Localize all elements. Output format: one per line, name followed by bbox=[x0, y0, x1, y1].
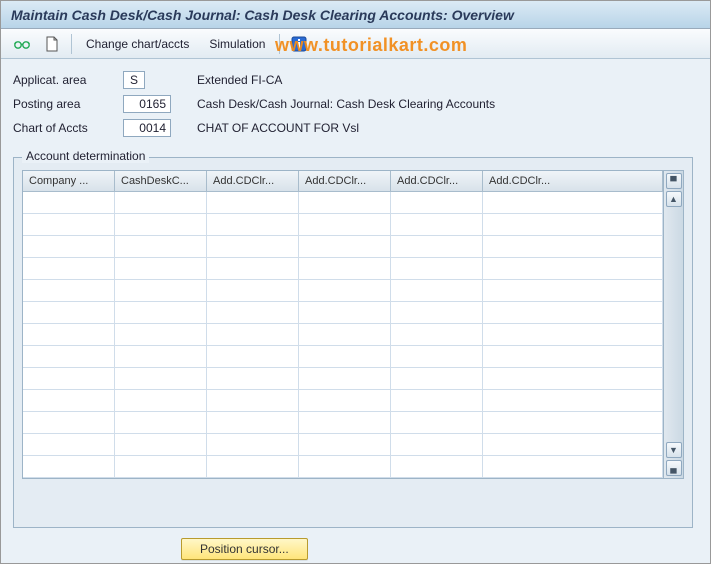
applicat-area-label: Applicat. area bbox=[13, 73, 123, 87]
grid-body bbox=[23, 192, 663, 478]
simulation-label: Simulation bbox=[209, 37, 265, 51]
col-company[interactable]: Company ... bbox=[23, 171, 115, 191]
app-toolbar: Change chart/accts Simulation bbox=[1, 29, 710, 59]
chart-of-accts-desc: CHAT OF ACCOUNT FOR Vsl bbox=[197, 121, 359, 135]
col-addcdclr-2[interactable]: Add.CDClr... bbox=[299, 171, 391, 191]
field-row-chart-of-accts: Chart of Accts CHAT OF ACCOUNT FOR Vsl bbox=[13, 117, 698, 139]
field-row-posting-area: Posting area Cash Desk/Cash Journal: Cas… bbox=[13, 93, 698, 115]
col-addcdclr-1[interactable]: Add.CDClr... bbox=[207, 171, 299, 191]
applicat-area-input[interactable] bbox=[123, 71, 145, 89]
posting-area-input[interactable] bbox=[123, 95, 171, 113]
posting-area-desc: Cash Desk/Cash Journal: Cash Desk Cleari… bbox=[197, 97, 495, 111]
chart-of-accts-input[interactable] bbox=[123, 119, 171, 137]
grid-vscrollbar[interactable]: ▀ ▲ ▼ ▄ bbox=[664, 170, 684, 479]
table-row[interactable] bbox=[23, 236, 663, 258]
col-addcdclr-3[interactable]: Add.CDClr... bbox=[391, 171, 483, 191]
table-row[interactable] bbox=[23, 280, 663, 302]
toolbar-separator bbox=[279, 34, 280, 54]
posting-area-label: Posting area bbox=[13, 97, 123, 111]
field-row-applicat-area: Applicat. area Extended FI-CA bbox=[13, 69, 698, 91]
position-cursor-button[interactable]: Position cursor... bbox=[181, 538, 308, 560]
table-row[interactable] bbox=[23, 390, 663, 412]
table-row[interactable] bbox=[23, 346, 663, 368]
change-chart-accts-button[interactable]: Change chart/accts bbox=[80, 33, 195, 55]
table-row[interactable] bbox=[23, 434, 663, 456]
window-title: Maintain Cash Desk/Cash Journal: Cash De… bbox=[11, 7, 514, 23]
table-row[interactable] bbox=[23, 324, 663, 346]
table-row[interactable] bbox=[23, 214, 663, 236]
toolbar-separator bbox=[71, 34, 72, 54]
applicat-area-desc: Extended FI-CA bbox=[197, 73, 282, 87]
col-addcdclr-4[interactable]: Add.CDClr... bbox=[483, 171, 663, 191]
info-icon[interactable] bbox=[288, 33, 310, 55]
table-row[interactable] bbox=[23, 412, 663, 434]
sap-window: Maintain Cash Desk/Cash Journal: Cash De… bbox=[0, 0, 711, 564]
table-row[interactable] bbox=[23, 192, 663, 214]
simulation-button[interactable]: Simulation bbox=[203, 33, 271, 55]
new-page-icon[interactable] bbox=[41, 33, 63, 55]
scroll-down-icon[interactable]: ▼ bbox=[666, 442, 682, 458]
table-row[interactable] bbox=[23, 368, 663, 390]
table-row[interactable] bbox=[23, 302, 663, 324]
table-row[interactable] bbox=[23, 456, 663, 478]
content-area: Applicat. area Extended FI-CA Posting ar… bbox=[1, 59, 710, 563]
account-determination-panel: Account determination Company ... CashDe… bbox=[13, 157, 693, 528]
title-bar: Maintain Cash Desk/Cash Journal: Cash De… bbox=[1, 1, 710, 29]
bottom-bar: Position cursor... bbox=[21, 538, 690, 560]
account-grid[interactable]: Company ... CashDeskC... Add.CDClr... Ad… bbox=[22, 170, 664, 479]
panel-spacer bbox=[14, 487, 692, 527]
scroll-up-icon[interactable]: ▲ bbox=[666, 191, 682, 207]
scroll-top-icon[interactable]: ▀ bbox=[666, 173, 682, 189]
change-chart-accts-label: Change chart/accts bbox=[86, 37, 189, 51]
panel-title: Account determination bbox=[22, 149, 149, 163]
table-row[interactable] bbox=[23, 258, 663, 280]
grid-header: Company ... CashDeskC... Add.CDClr... Ad… bbox=[23, 171, 663, 192]
scroll-bottom-icon[interactable]: ▄ bbox=[666, 460, 682, 476]
grid-wrap: Company ... CashDeskC... Add.CDClr... Ad… bbox=[22, 170, 684, 479]
chart-of-accts-label: Chart of Accts bbox=[13, 121, 123, 135]
col-cashdeskc[interactable]: CashDeskC... bbox=[115, 171, 207, 191]
glasses-icon[interactable] bbox=[11, 33, 33, 55]
